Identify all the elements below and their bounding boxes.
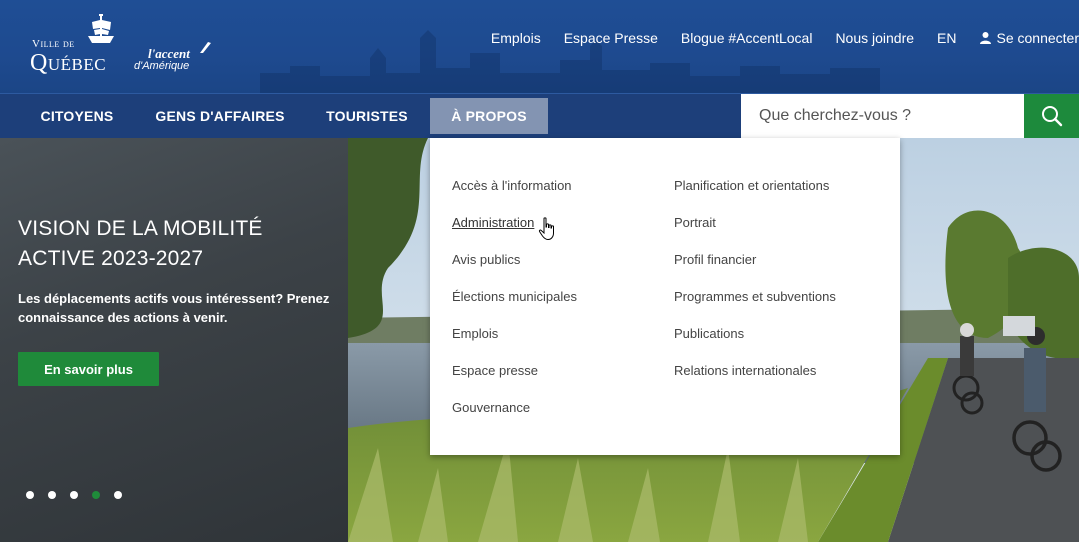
nav-item-a-propos[interactable]: À PROPOS	[430, 98, 548, 134]
menu-item-gouvernance[interactable]: Gouvernance	[452, 400, 577, 437]
dropdown-column-1: Accès à l'information Administration Avi…	[452, 178, 577, 437]
carousel-dot[interactable]	[26, 491, 34, 499]
menu-item-portrait[interactable]: Portrait	[674, 215, 836, 252]
learn-more-button[interactable]: En savoir plus	[18, 352, 159, 386]
logo-amerique: d'Amérique	[134, 60, 190, 72]
hero-description: Les déplacements actifs vous intéressent…	[18, 291, 330, 325]
hand-pointer-cursor-icon	[538, 217, 554, 241]
menu-item-administration[interactable]: Administration	[452, 215, 577, 252]
login-link[interactable]: Se connecter	[979, 30, 1079, 46]
nav-item-citoyens[interactable]: CITOYENS	[20, 94, 134, 138]
menu-item-espace-presse[interactable]: Espace presse	[452, 363, 577, 400]
logo-ville-de: Ville de	[32, 38, 75, 50]
utility-link-emplois[interactable]: Emplois	[491, 30, 541, 46]
menu-item-emplois[interactable]: Emplois	[452, 326, 577, 363]
utility-link-espace-presse[interactable]: Espace Presse	[564, 30, 658, 46]
nav-item-gens-daffaires[interactable]: GENS D'AFFAIRES	[142, 94, 298, 138]
utility-link-blogue[interactable]: Blogue #AccentLocal	[681, 30, 813, 46]
user-icon	[979, 32, 991, 44]
dropdown-column-2: Planification et orientations Portrait P…	[674, 178, 836, 400]
menu-item-acces-information[interactable]: Accès à l'information	[452, 178, 577, 215]
hero-text-panel: VISION DE LA MOBILITÉ ACTIVE 2023-2027 L…	[0, 138, 348, 542]
carousel-dots	[26, 491, 122, 499]
ville-de-quebec-logo[interactable]: Ville de Québec l'accent d'Amérique	[22, 14, 222, 78]
search-button[interactable]	[1024, 94, 1079, 138]
menu-item-programmes-subventions[interactable]: Programmes et subventions	[674, 289, 836, 326]
logo-quebec: Québec	[30, 50, 107, 76]
search-box	[741, 94, 1024, 138]
menu-item-avis-publics[interactable]: Avis publics	[452, 252, 577, 289]
menu-item-elections-municipales[interactable]: Élections municipales	[452, 289, 577, 326]
utility-nav: Emplois Espace Presse Blogue #AccentLoca…	[491, 30, 1079, 46]
accent-mark-icon	[200, 42, 211, 53]
search-input[interactable]	[741, 94, 1024, 138]
site-header: Ville de Québec l'accent d'Amérique Empl…	[0, 0, 1079, 93]
hero-title: VISION DE LA MOBILITÉ ACTIVE 2023-2027	[18, 217, 263, 270]
carousel-dot[interactable]	[70, 491, 78, 499]
menu-item-publications[interactable]: Publications	[674, 326, 836, 363]
logo-accent: l'accent	[148, 46, 190, 61]
carousel-dot[interactable]	[48, 491, 56, 499]
utility-link-nous-joindre[interactable]: Nous joindre	[835, 30, 914, 46]
menu-item-relations-internationales[interactable]: Relations internationales	[674, 363, 836, 400]
carousel-dot[interactable]	[114, 491, 122, 499]
search-icon	[1041, 106, 1062, 127]
ship-icon	[88, 14, 114, 43]
language-toggle[interactable]: EN	[937, 30, 956, 46]
main-nav: CITOYENS GENS D'AFFAIRES TOURISTES À PRO…	[0, 93, 1079, 138]
carousel-dot-active[interactable]	[92, 491, 100, 499]
menu-item-profil-financier[interactable]: Profil financier	[674, 252, 836, 289]
menu-item-planification[interactable]: Planification et orientations	[674, 178, 836, 215]
nav-item-touristes[interactable]: TOURISTES	[314, 94, 420, 138]
a-propos-dropdown-menu: Accès à l'information Administration Avi…	[430, 138, 900, 455]
